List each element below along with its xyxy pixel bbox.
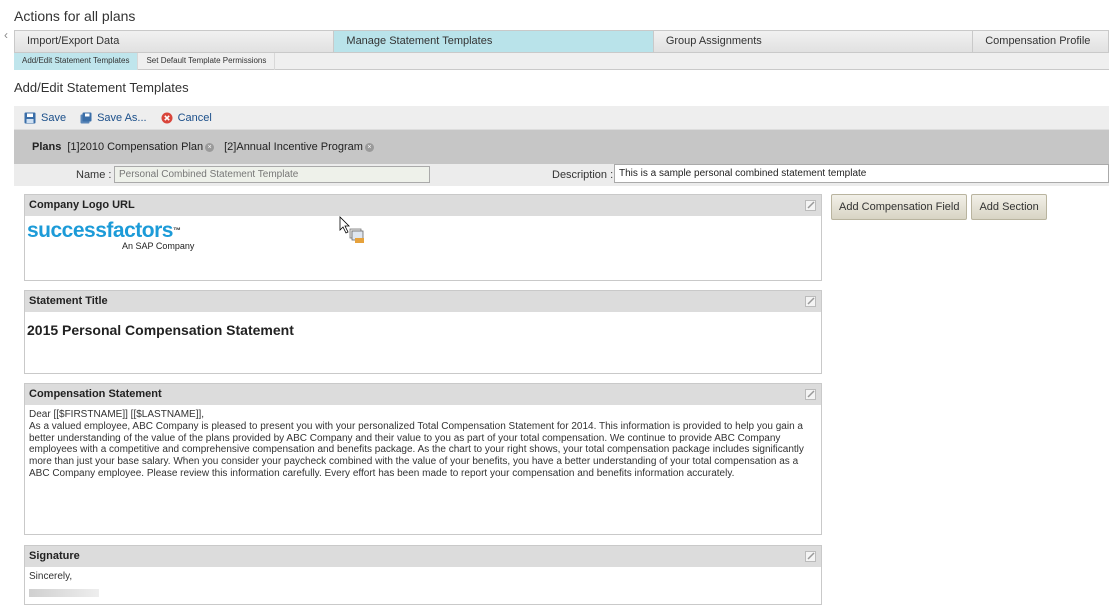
edit-icon[interactable]	[805, 295, 817, 307]
tab-import-export[interactable]: Import/Export Data	[15, 31, 335, 52]
action-buttons: Add Compensation Field Add Section	[831, 194, 1047, 220]
save-label: Save	[41, 111, 67, 124]
drag-cursor-icon	[339, 216, 364, 243]
save-as-button[interactable]: Save As...	[80, 112, 147, 124]
subtab-add-edit-templates[interactable]: Add/Edit Statement Templates	[14, 53, 139, 70]
add-compensation-field-button[interactable]: Add Compensation Field	[831, 194, 968, 220]
sub-tabs: Add/Edit Statement Templates Set Default…	[14, 52, 1109, 70]
chevron-left-icon[interactable]: ‹	[4, 28, 8, 42]
plans-bar: Plans [1]2010 Compensation Plan × [2]Ann…	[14, 130, 1109, 164]
edit-icon[interactable]	[805, 550, 817, 562]
logo-panel: Company Logo URL successfactors™ An SAP …	[24, 194, 822, 281]
cancel-label: Cancel	[177, 111, 212, 124]
name-field[interactable]	[114, 166, 430, 183]
company-logo: successfactors™ An SAP Company	[25, 216, 821, 252]
edit-icon[interactable]	[805, 388, 817, 400]
plans-label: Plans	[32, 141, 62, 153]
edit-icon[interactable]	[805, 199, 817, 211]
cancel-icon	[161, 112, 173, 123]
template-fields: Name : Description :	[14, 164, 1109, 186]
logo-text: successfactors	[27, 219, 173, 242]
greeting-text: Dear [[$FIRSTNAME]] [[$LASTNAME]],	[29, 409, 205, 420]
save-icon	[24, 112, 36, 123]
panel-header: Compensation Statement	[25, 384, 821, 405]
add-section-button[interactable]: Add Section	[971, 194, 1047, 220]
tab-manage-statement-templates[interactable]: Manage Statement Templates	[334, 31, 654, 52]
panel-header: Statement Title	[25, 291, 821, 312]
plan-label: [1]2010 Compensation Plan	[67, 141, 204, 153]
panel-header: Signature	[25, 546, 821, 567]
plan-item: [2]Annual Incentive Program ×	[224, 141, 374, 153]
panel-title: Company Logo URL	[29, 199, 135, 211]
logo-trademark: ™	[172, 226, 181, 235]
description-field[interactable]	[614, 164, 1109, 183]
subtab-default-permissions[interactable]: Set Default Template Permissions	[138, 53, 276, 70]
page-title: Actions for all plans	[14, 8, 136, 24]
panel-title: Statement Title	[29, 295, 108, 307]
description-label: Description :	[552, 169, 614, 181]
statement-title-panel: Statement Title 2015 Personal Compensati…	[24, 290, 822, 374]
signature-body: Sincerely,	[25, 567, 821, 601]
panel-title: Signature	[29, 550, 80, 562]
signature-panel: Signature Sincerely,	[24, 545, 822, 605]
panel-header: Company Logo URL	[25, 195, 821, 216]
compensation-statement-body: Dear [[$FIRSTNAME]] [[$LASTNAME]], As a …	[25, 405, 821, 484]
toolbar: Save Save As... Cancel	[14, 106, 1109, 130]
panel-title: Compensation Statement	[29, 388, 162, 400]
cancel-button[interactable]: Cancel	[161, 112, 212, 124]
plan-item: [1]2010 Compensation Plan ×	[67, 141, 215, 153]
remove-icon[interactable]: ×	[205, 142, 215, 152]
plan-label: [2]Annual Incentive Program	[224, 141, 363, 153]
statement-title-text: 2015 Personal Compensation Statement	[27, 322, 294, 338]
tab-compensation-profile[interactable]: Compensation Profile	[973, 31, 1108, 52]
save-button[interactable]: Save	[24, 112, 66, 124]
name-label: Name :	[76, 169, 112, 181]
compensation-statement-panel: Compensation Statement Dear [[$FIRSTNAME…	[24, 383, 822, 535]
statement-text: As a valued employee, ABC Company is ple…	[29, 420, 804, 479]
remove-icon[interactable]: ×	[364, 142, 374, 152]
save-as-label: Save As...	[97, 111, 147, 124]
section-title: Add/Edit Statement Templates	[14, 80, 189, 95]
signature-text: Sincerely,	[29, 571, 73, 582]
main-nav-tabs: Import/Export Data Manage Statement Temp…	[14, 30, 1109, 52]
tab-group-assignments[interactable]: Group Assignments	[653, 31, 974, 52]
logo-subtitle: An SAP Company	[122, 241, 195, 251]
save-as-icon	[80, 112, 92, 123]
